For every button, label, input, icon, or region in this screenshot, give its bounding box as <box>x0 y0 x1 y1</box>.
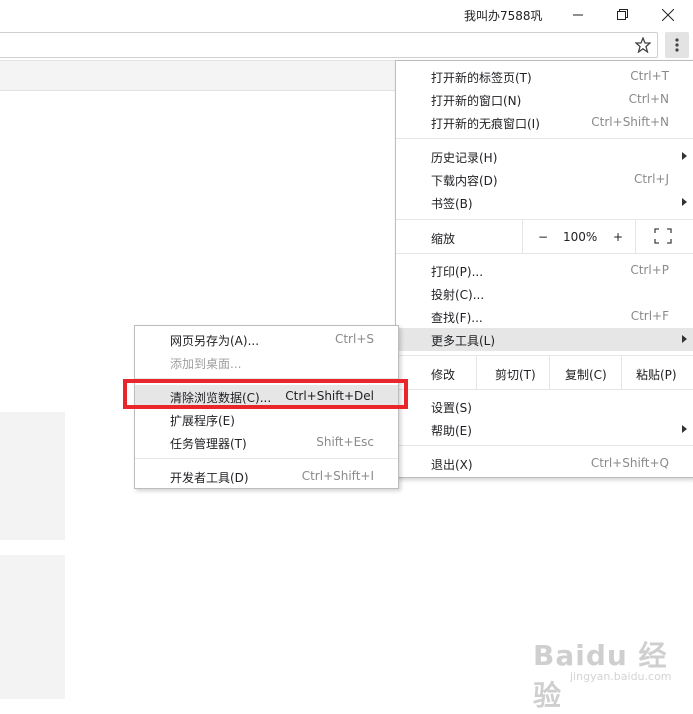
edit-divider <box>549 356 550 389</box>
menu-item-label: 设置(S) <box>431 401 472 415</box>
menu-item-label: 任务管理器(T) <box>170 437 247 451</box>
menu-item-shortcut: Ctrl+Shift+I <box>301 469 374 483</box>
menu-item-new-tab[interactable]: 打开新的标签页(T) Ctrl+T <box>396 65 693 88</box>
chrome-main-menu: 打开新的标签页(T) Ctrl+T 打开新的窗口(N) Ctrl+N 打开新的无… <box>395 60 693 478</box>
annotation-highlight-box <box>123 379 408 409</box>
zoom-row: 缩放 − 100% + <box>396 220 693 253</box>
title-bar: 我叫办7588巩 <box>0 0 693 30</box>
menu-item-shortcut: Ctrl+Shift+N <box>591 115 669 129</box>
menu-item-label: 查找(F)... <box>431 311 483 325</box>
copy-button[interactable]: 复制(C) <box>565 366 607 383</box>
menu-item-shortcut: Ctrl+F <box>630 309 669 323</box>
menu-item-shortcut: Ctrl+J <box>634 172 669 186</box>
menu-separator <box>135 458 398 459</box>
restore-button[interactable] <box>600 0 646 30</box>
minimize-icon <box>573 14 583 16</box>
menu-item-settings[interactable]: 设置(S) <box>396 395 693 418</box>
menu-item-shortcut: Ctrl+N <box>628 92 669 106</box>
menu-item-extensions[interactable]: 扩展程序(E) <box>135 408 398 431</box>
baidu-watermark-url: jingyan.baidu.com <box>570 670 672 683</box>
fullscreen-icon <box>654 228 672 244</box>
menu-item-new-window[interactable]: 打开新的窗口(N) Ctrl+N <box>396 88 693 111</box>
zoom-out-button[interactable]: − <box>538 230 548 244</box>
menu-item-label: 退出(X) <box>431 458 473 472</box>
menu-item-shortcut: Ctrl+T <box>630 69 669 83</box>
menu-item-cast[interactable]: 投射(C)... <box>396 282 693 305</box>
submenu-arrow-icon <box>682 198 687 206</box>
content-placeholder <box>0 555 65 699</box>
menu-item-save-page[interactable]: 网页另存为(A)... Ctrl+S <box>135 328 398 351</box>
address-bar[interactable] <box>0 32 658 58</box>
menu-item-label: 投射(C)... <box>431 288 485 302</box>
menu-item-label: 更多工具(L) <box>431 334 496 348</box>
close-button[interactable] <box>645 0 691 30</box>
menu-separator <box>396 389 693 390</box>
fullscreen-button[interactable] <box>654 228 672 247</box>
menu-item-new-incognito[interactable]: 打开新的无痕窗口(I) Ctrl+Shift+N <box>396 111 693 134</box>
chrome-menu-button[interactable] <box>665 32 689 58</box>
menu-item-label: 网页另存为(A)... <box>170 334 260 348</box>
menu-item-find[interactable]: 查找(F)... Ctrl+F <box>396 305 693 328</box>
edit-divider <box>476 356 477 389</box>
menu-item-developer-tools[interactable]: 开发者工具(D) Ctrl+Shift+I <box>135 465 398 488</box>
star-icon <box>635 37 651 53</box>
menu-separator <box>396 138 693 139</box>
menu-item-label: 开发者工具(D) <box>170 471 249 485</box>
menu-item-label: 打印(P)... <box>431 265 484 279</box>
menu-item-shortcut: Shift+Esc <box>316 435 374 449</box>
menu-item-label: 扩展程序(E) <box>170 414 235 428</box>
zoom-divider <box>522 220 523 253</box>
menu-item-task-manager[interactable]: 任务管理器(T) Shift+Esc <box>135 431 398 454</box>
menu-item-shortcut: Ctrl+S <box>334 332 374 346</box>
submenu-arrow-icon <box>682 152 687 160</box>
menu-item-help[interactable]: 帮助(E) <box>396 418 693 441</box>
profile-name[interactable]: 我叫办7588巩 <box>464 7 543 24</box>
minimize-button[interactable] <box>555 0 601 30</box>
menu-item-label: 添加到桌面... <box>170 357 242 371</box>
submenu-arrow-icon <box>682 425 687 433</box>
menu-item-label: 帮助(E) <box>431 424 472 438</box>
menu-separator <box>396 445 693 446</box>
edit-divider <box>621 356 622 389</box>
paste-button[interactable]: 粘贴(P) <box>636 366 677 383</box>
close-icon <box>662 9 674 21</box>
bookmark-star-button[interactable] <box>632 34 654 56</box>
zoom-label: 缩放 <box>431 232 456 246</box>
menu-item-label: 打开新的标签页(T) <box>431 71 532 85</box>
cut-button[interactable]: 剪切(T) <box>495 366 536 383</box>
menu-item-shortcut: Ctrl+Shift+Q <box>590 456 669 470</box>
browser-toolbar <box>0 30 693 60</box>
edit-row: 修改 剪切(T) 复制(C) 粘贴(P) <box>396 356 693 389</box>
menu-item-label: 打开新的窗口(N) <box>431 94 522 108</box>
menu-item-label: 下载内容(D) <box>431 174 498 188</box>
submenu-arrow-icon <box>682 335 687 343</box>
menu-item-label: 书签(B) <box>431 197 473 211</box>
kebab-menu-icon <box>675 38 679 52</box>
menu-item-downloads[interactable]: 下载内容(D) Ctrl+J <box>396 168 693 191</box>
menu-item-history[interactable]: 历史记录(H) <box>396 145 693 168</box>
zoom-divider <box>635 220 636 253</box>
menu-item-more-tools[interactable]: 更多工具(L) <box>396 328 693 351</box>
menu-separator <box>396 253 693 254</box>
zoom-in-button[interactable]: + <box>613 230 623 244</box>
menu-item-shortcut: Ctrl+P <box>630 263 669 277</box>
zoom-level: 100% <box>563 230 598 244</box>
menu-item-label: 打开新的无痕窗口(I) <box>431 117 540 131</box>
restore-icon <box>617 9 628 20</box>
menu-item-print[interactable]: 打印(P)... Ctrl+P <box>396 259 693 282</box>
menu-item-add-to-desktop: 添加到桌面... <box>135 351 398 374</box>
edit-label: 修改 <box>431 368 456 382</box>
menu-item-label: 历史记录(H) <box>431 151 498 165</box>
menu-item-exit[interactable]: 退出(X) Ctrl+Shift+Q <box>396 452 693 475</box>
menu-item-bookmarks[interactable]: 书签(B) <box>396 191 693 214</box>
content-placeholder <box>0 412 65 540</box>
